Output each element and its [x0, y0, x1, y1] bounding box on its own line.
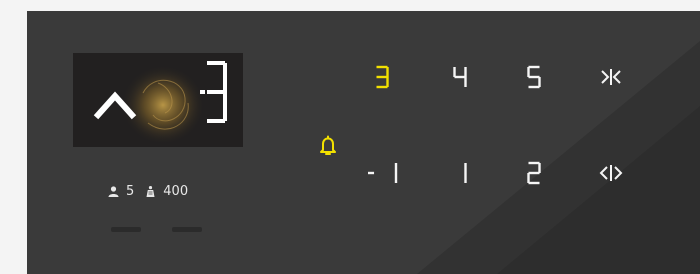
door-open-button[interactable]: [588, 155, 634, 191]
passenger-count: 5: [126, 183, 135, 199]
key-glyph-1: [464, 163, 467, 183]
status-indicator-right: [172, 227, 202, 232]
floor-button-3[interactable]: [359, 59, 405, 95]
weight-icon: [144, 185, 157, 198]
load-value: 400: [163, 183, 189, 199]
person-icon: [107, 185, 120, 198]
display-glow-decoration: [121, 65, 205, 145]
car-status: 5 400: [107, 182, 192, 200]
floor-button-4[interactable]: [437, 59, 483, 95]
alarm-bell-button[interactable]: [316, 134, 340, 158]
floor-button-1[interactable]: [437, 155, 483, 191]
key-glyph-2: [527, 161, 541, 185]
door-close-icon: [601, 69, 621, 85]
elevator-control-panel: 5 400: [27, 11, 700, 274]
key-glyph--1: [368, 163, 398, 183]
floor-display-graphic: [93, 61, 227, 145]
door-open-icon: [599, 165, 623, 181]
floor-display: [73, 53, 243, 147]
status-indicator-left: [111, 227, 141, 232]
floor-button-5[interactable]: [511, 59, 557, 95]
key-glyph-3: [376, 65, 389, 89]
key-glyph-4: [453, 67, 467, 87]
bell-icon: [320, 135, 336, 155]
key-glyph-5: [527, 65, 541, 89]
door-close-button[interactable]: [588, 59, 634, 95]
floor-button--1[interactable]: [359, 155, 405, 191]
floor-button-2[interactable]: [511, 155, 557, 191]
